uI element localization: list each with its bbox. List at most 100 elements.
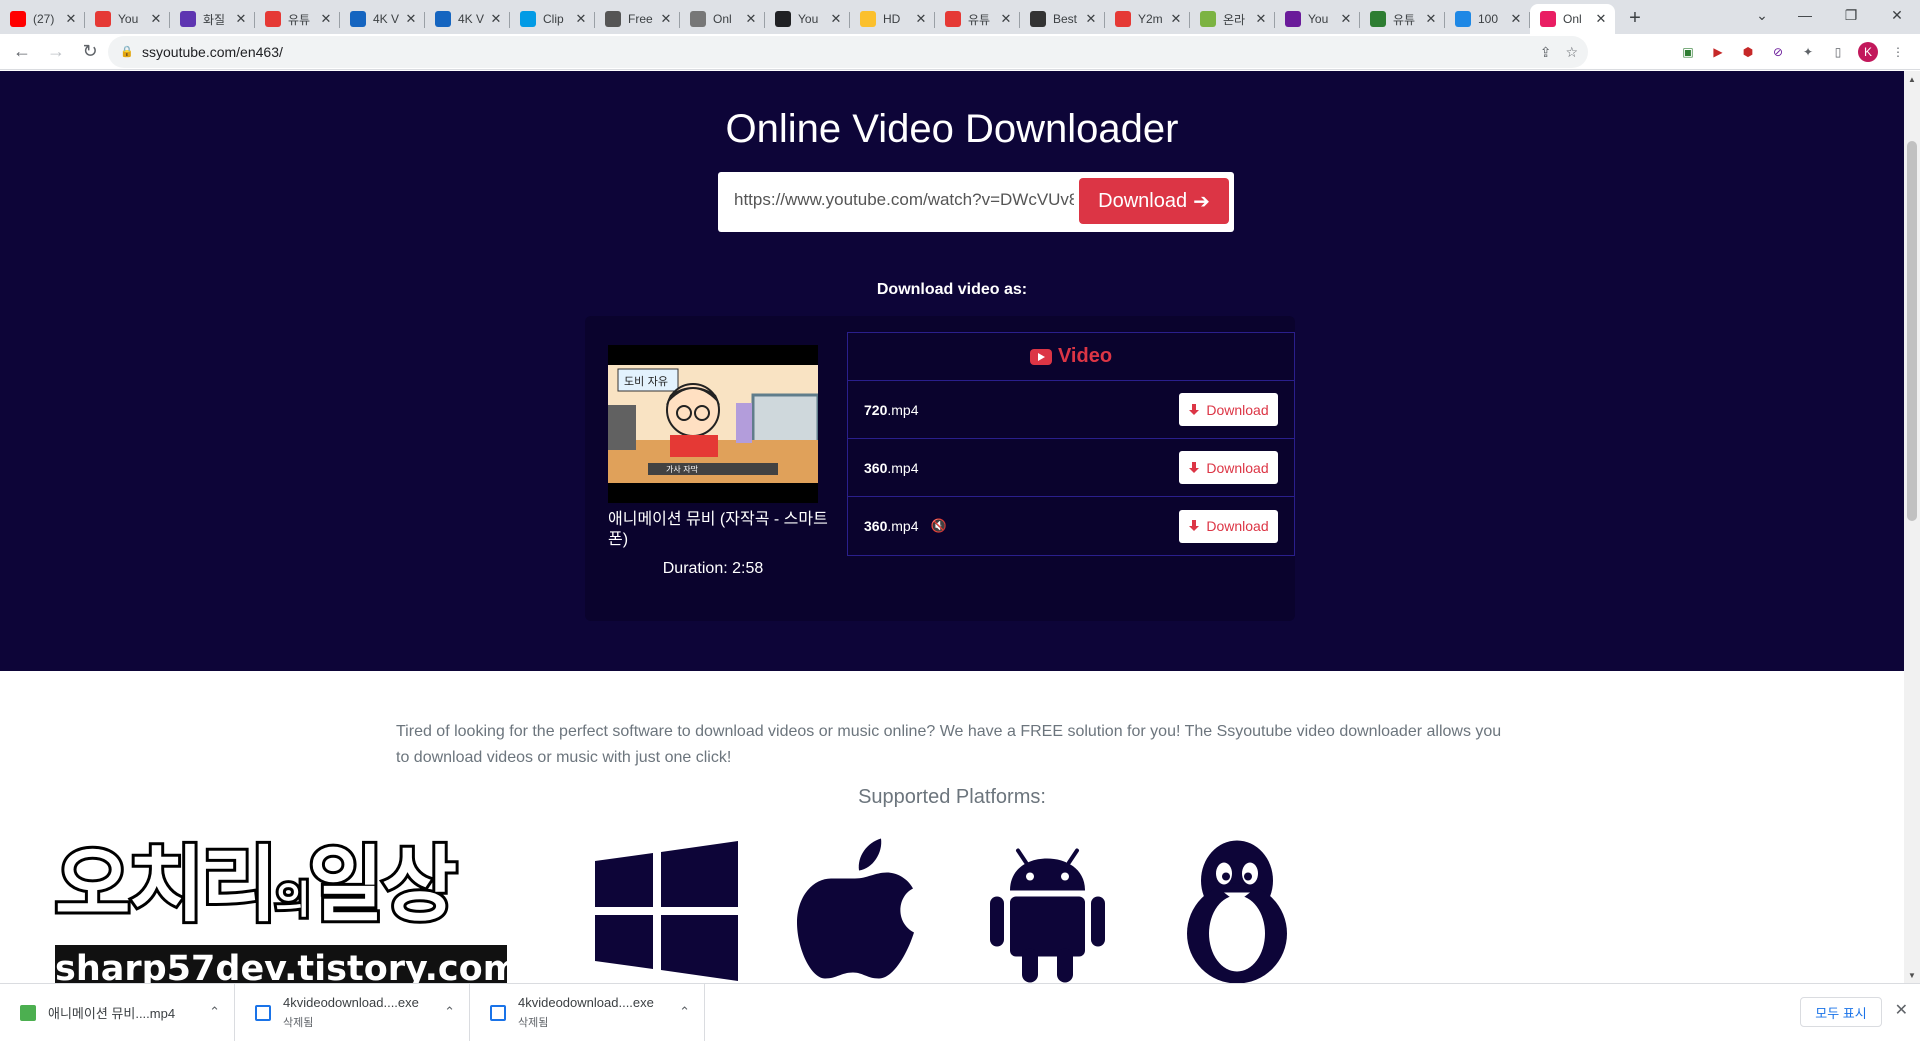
tab-close-icon[interactable]: ✕ [913, 11, 929, 27]
exe-file-icon [490, 1004, 506, 1021]
avatar[interactable]: K [1858, 42, 1878, 62]
format-row: 360 .mp4 Download [848, 439, 1294, 497]
svg-text:도비 자유: 도비 자유 [624, 375, 668, 388]
show-all-button[interactable]: 모두 표시 [1800, 997, 1882, 1027]
tab-favicon-icon [1455, 11, 1471, 27]
download-filename: 4kvideodownload....exe [283, 995, 419, 1010]
extension-abp-icon[interactable]: ⬢ [1738, 42, 1758, 62]
scroll-down-icon[interactable]: ▼ [1904, 967, 1920, 983]
tab-close-icon[interactable]: ✕ [743, 11, 759, 27]
format-download-button[interactable]: Download [1179, 509, 1278, 543]
tab-close-icon[interactable]: ✕ [148, 11, 164, 27]
page-scrollbar[interactable]: ▲ ▼ [1904, 71, 1920, 983]
browser-tab[interactable]: Y2m ✕ [1105, 4, 1190, 34]
browser-tab[interactable]: 온라 ✕ [1190, 4, 1275, 34]
share-icon[interactable]: ⇪ [1540, 44, 1552, 61]
restore-button[interactable]: ❐ [1828, 0, 1874, 30]
scroll-up-icon[interactable]: ▲ [1904, 71, 1920, 87]
tab-close-icon[interactable]: ✕ [1168, 11, 1184, 27]
window-controls: — ❐ ✕ [1782, 0, 1920, 30]
extension-green-icon[interactable]: ▣ [1678, 42, 1698, 62]
browser-tab[interactable]: (27) ✕ [0, 4, 85, 34]
tab-close-icon[interactable]: ✕ [233, 11, 249, 27]
apple-icon [797, 838, 914, 979]
browser-tab[interactable]: HD ✕ [850, 4, 935, 34]
browser-tab[interactable]: 100 ✕ [1445, 4, 1530, 34]
format-table: Video 720 .mp4 Download 360 .mp4 Download 360.… [847, 332, 1295, 556]
reload-button[interactable]: ↻ [74, 36, 106, 68]
minimize-button[interactable]: — [1782, 0, 1828, 30]
browser-tab[interactable]: Free ✕ [595, 4, 680, 34]
format-extension: .mp4 [887, 518, 919, 534]
tab-close-icon[interactable]: ✕ [658, 11, 674, 27]
tab-close-icon[interactable]: ✕ [63, 11, 79, 27]
tab-close-icon[interactable]: ✕ [318, 11, 334, 27]
new-tab-button[interactable]: + [1621, 4, 1649, 32]
download-item-mp4[interactable]: 애니메이션 뮤비....mp4 ⌃ [0, 984, 235, 1041]
format-quality: 720 [864, 401, 888, 418]
download-item-exe-2[interactable]: 4kvideodownload....exe 삭제됨 ⌃ [470, 984, 705, 1041]
watermark-title: 오치리의일상 [52, 838, 460, 934]
download-submit-button[interactable]: Download ➔ [1079, 178, 1229, 224]
browser-tab[interactable]: 유튜 ✕ [935, 4, 1020, 34]
extension-purple-icon[interactable]: ⊘ [1768, 42, 1788, 62]
tab-favicon-icon [1030, 11, 1046, 27]
url-input[interactable]: https://www.youtube.com/watch?v=DWcVUv8 [734, 190, 1074, 210]
browser-tab[interactable]: 유튜 ✕ [255, 4, 340, 34]
format-quality: 360 [864, 459, 888, 476]
tab-close-icon[interactable]: ✕ [1083, 11, 1099, 27]
scroll-thumb[interactable] [1907, 141, 1917, 521]
menu-icon[interactable]: ⋮ [1888, 42, 1908, 62]
video-duration: Duration: 2:58 [662, 560, 764, 577]
watermark: 오치리의일상 sharp57dev.tistory.com [52, 838, 519, 983]
tab-close-icon[interactable]: ✕ [828, 11, 844, 27]
browser-tab[interactable]: Best ✕ [1020, 4, 1105, 34]
browser-tab[interactable]: You ✕ [765, 4, 850, 34]
video-thumbnail[interactable]: 도비 자유 가사 자막 [608, 345, 818, 503]
browser-tab[interactable]: Onl ✕ [1530, 4, 1615, 34]
download-icon [1188, 461, 1200, 474]
tab-close-icon[interactable]: ✕ [403, 11, 419, 27]
tab-close-icon[interactable]: ✕ [1423, 11, 1439, 27]
tab-close-icon[interactable]: ✕ [1593, 11, 1609, 27]
tab-search-icon[interactable]: ⌄ [1742, 0, 1782, 30]
tab-label: 100 [1478, 12, 1499, 26]
browser-tab[interactable]: 화질 ✕ [170, 4, 255, 34]
browser-tab[interactable]: You ✕ [85, 4, 170, 34]
chevron-up-icon[interactable]: ⌃ [679, 1004, 690, 1020]
extensions-area: ▣ ▶ ⬢ ⊘ ✦ ▯ K ⋮ [1678, 34, 1920, 70]
download-icon [1188, 403, 1200, 416]
tab-close-icon[interactable]: ✕ [1253, 11, 1269, 27]
tab-close-icon[interactable]: ✕ [1508, 11, 1524, 27]
browser-tab[interactable]: 유튜 ✕ [1360, 4, 1445, 34]
close-icon[interactable]: ✕ [1895, 1000, 1908, 1020]
download-button-label: Download [1098, 189, 1188, 212]
tab-close-icon[interactable]: ✕ [488, 11, 504, 27]
chevron-up-icon[interactable]: ⌃ [444, 1004, 455, 1020]
tab-close-icon[interactable]: ✕ [998, 11, 1014, 27]
tab-label: Best [1053, 12, 1078, 26]
back-button[interactable]: ← [6, 36, 38, 68]
address-bar[interactable]: 🔒 ssyoutube.com/en463/ ⇪ ☆ [108, 36, 1588, 68]
chevron-up-icon[interactable]: ⌃ [209, 1004, 220, 1020]
bookmark-star-icon[interactable]: ☆ [1565, 44, 1578, 61]
tab-strip: (27) ✕ You ✕ 화질 ✕ 유튜 ✕ 4K V ✕ 4K V ✕ Clip ✕ Free ✕ Onl ✕ Y… [0, 0, 1920, 34]
browser-tab[interactable]: You ✕ [1275, 4, 1360, 34]
download-item-exe-1[interactable]: 4kvideodownload....exe 삭제됨 ⌃ [235, 984, 470, 1041]
tab-close-icon[interactable]: ✕ [1338, 11, 1354, 27]
tab-label: You [1308, 12, 1329, 26]
format-download-button[interactable]: Download [1179, 451, 1278, 484]
puzzle-icon[interactable]: ✦ [1798, 42, 1818, 62]
format-download-button[interactable]: Download [1179, 393, 1278, 426]
browser-tab[interactable]: 4K V ✕ [425, 4, 510, 34]
browser-tab[interactable]: Onl ✕ [680, 4, 765, 34]
forward-button[interactable]: → [40, 36, 72, 68]
close-window-button[interactable]: ✕ [1874, 0, 1920, 30]
browser-tab[interactable]: Clip ✕ [510, 4, 595, 34]
sidepanel-icon[interactable]: ▯ [1828, 42, 1848, 62]
hero-section: Online Video Downloader https://www.yout… [0, 71, 1904, 671]
browser-tab[interactable]: 4K V ✕ [340, 4, 425, 34]
tab-label: Onl [1563, 12, 1582, 26]
tab-close-icon[interactable]: ✕ [573, 11, 589, 27]
extension-red-icon[interactable]: ▶ [1708, 42, 1728, 62]
